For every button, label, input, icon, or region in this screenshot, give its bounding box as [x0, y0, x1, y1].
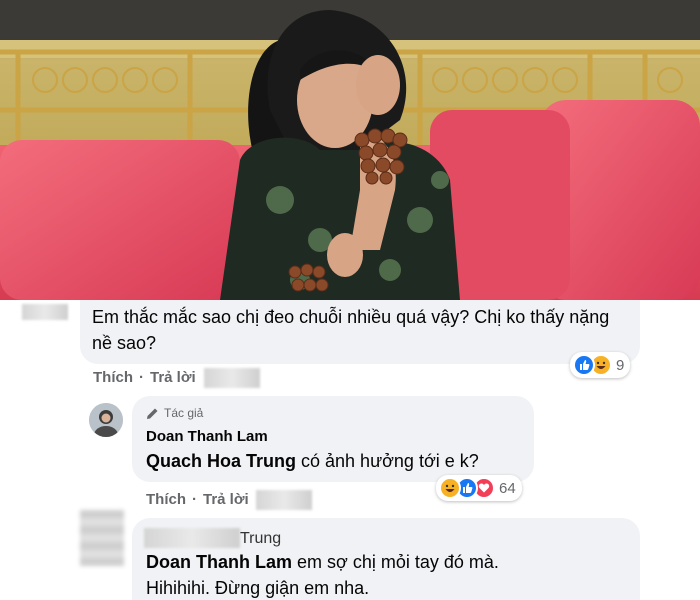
blurred-timestamp [204, 368, 260, 388]
comment-actions: Thích · Trả lời [93, 369, 196, 386]
comment-section: Em thắc mắc sao chị đeo chuỗi nhiều quá … [0, 300, 700, 600]
author-badge-label: Tác giả [164, 406, 204, 420]
reaction-summary[interactable]: 64 [436, 475, 522, 501]
comment-bubble: Trung Doan Thanh Lam em sợ chị mỏi tay đ… [132, 518, 640, 600]
blurred-name [144, 528, 240, 548]
blurred-avatar [80, 510, 124, 566]
reply-link[interactable]: Trả lời [150, 369, 196, 386]
comment-text-rest: có ảnh hưởng tới e k? [296, 451, 479, 471]
commenter-name[interactable]: Trung [240, 530, 281, 548]
author-badge: Tác giả [146, 406, 203, 420]
haha-icon [439, 477, 461, 499]
mention-link[interactable]: Doan Thanh Lam [146, 552, 292, 572]
like-icon [573, 354, 595, 376]
comment-text: Em thắc mắc sao chị đeo chuỗi nhiều quá … [92, 307, 610, 353]
separator: · [139, 369, 144, 386]
comment-bubble: Tác giả Doan Thanh Lam Quach Hoa Trung c… [132, 396, 534, 482]
comment-text-line1: em sợ chị mỏi tay đó mà. [292, 552, 499, 572]
reaction-count: 9 [616, 356, 625, 374]
comment-text: Doan Thanh Lam em sợ chị mỏi tay đó mà. [146, 549, 499, 575]
comment-text: Quach Hoa Trung có ảnh hưởng tới e k? [146, 448, 479, 474]
pencil-icon [147, 408, 158, 419]
photo-woman-on-red-sofa [0, 0, 700, 300]
like-link[interactable]: Thích [146, 491, 186, 508]
commenter-name[interactable]: Doan Thanh Lam [146, 428, 268, 445]
reply-link[interactable]: Trả lời [203, 491, 249, 508]
post-photo[interactable] [0, 0, 700, 300]
like-link[interactable]: Thích [93, 369, 133, 386]
blurred-avatar [22, 304, 68, 320]
comment-bubble: Em thắc mắc sao chị đeo chuỗi nhiều quá … [80, 300, 640, 364]
mention-link[interactable]: Quach Hoa Trung [146, 451, 296, 471]
avatar[interactable] [89, 403, 123, 437]
blurred-timestamp [256, 490, 312, 510]
reaction-count: 64 [499, 479, 516, 497]
comment-text-line2: Hihihihi. Đừng giận em nha. [146, 578, 370, 598]
reaction-summary[interactable]: 9 [570, 352, 631, 378]
comment-actions: Thích · Trả lời [146, 491, 249, 508]
separator: · [192, 491, 197, 508]
